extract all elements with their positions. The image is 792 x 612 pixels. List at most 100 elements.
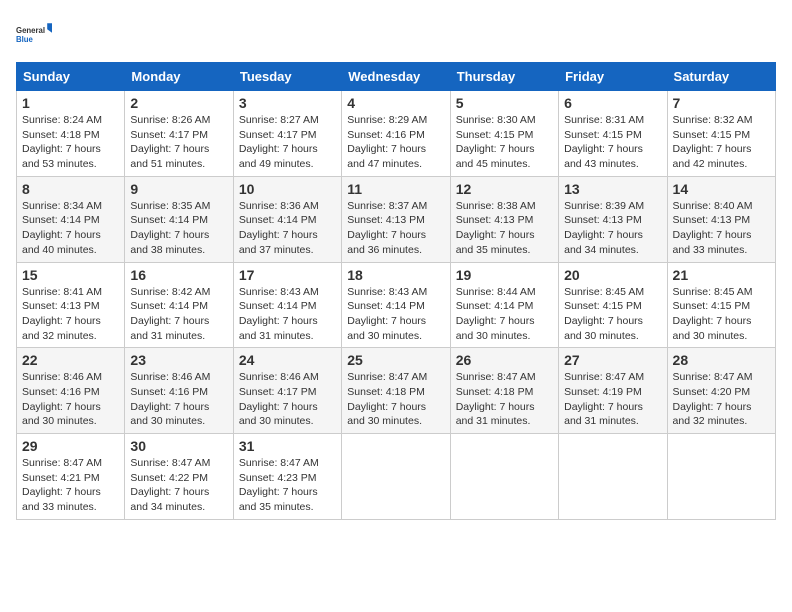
day-detail: Sunrise: 8:39 AMSunset: 4:13 PMDaylight:… (564, 200, 644, 256)
day-number: 20 (564, 267, 661, 283)
day-number: 11 (347, 181, 444, 197)
day-number: 22 (22, 352, 119, 368)
day-number: 1 (22, 95, 119, 111)
calendar-day-cell: 26 Sunrise: 8:47 AMSunset: 4:18 PMDayligh… (450, 348, 558, 434)
day-detail: Sunrise: 8:31 AMSunset: 4:15 PMDaylight:… (564, 114, 644, 170)
calendar-day-cell: 17 Sunrise: 8:43 AMSunset: 4:14 PMDayligh… (233, 262, 341, 348)
day-detail: Sunrise: 8:47 AMSunset: 4:18 PMDaylight:… (347, 371, 427, 427)
day-number: 25 (347, 352, 444, 368)
day-number: 6 (564, 95, 661, 111)
calendar-day-cell: 31 Sunrise: 8:47 AMSunset: 4:23 PMDayligh… (233, 434, 341, 520)
calendar-day-cell: 27Sunrise: 8:47 AMSunset: 4:19 PMDayligh… (559, 348, 667, 434)
day-detail: Sunrise: 8:47 AMSunset: 4:22 PMDaylight:… (130, 457, 210, 513)
day-detail: Sunrise: 8:47 AMSunset: 4:18 PMDaylight:… (456, 371, 536, 427)
day-detail: Sunrise: 8:46 AMSunset: 4:16 PMDaylight:… (130, 371, 210, 427)
day-detail: Sunrise: 8:46 AMSunset: 4:17 PMDaylight:… (239, 371, 319, 427)
day-number: 31 (239, 438, 336, 454)
day-number: 26 (456, 352, 553, 368)
calendar-day-cell: 22 Sunrise: 8:46 AMSunset: 4:16 PMDayligh… (17, 348, 125, 434)
calendar-day-cell: 10Sunrise: 8:36 AMSunset: 4:14 PMDayligh… (233, 176, 341, 262)
day-detail: Sunrise: 8:38 AMSunset: 4:13 PMDaylight:… (456, 200, 536, 256)
day-number: 24 (239, 352, 336, 368)
calendar-day-cell: 28 Sunrise: 8:47 AMSunset: 4:20 PMDayligh… (667, 348, 775, 434)
logo: General Blue (16, 16, 52, 52)
calendar-day-cell: 30 Sunrise: 8:47 AMSunset: 4:22 PMDayligh… (125, 434, 233, 520)
calendar-day-cell: 11Sunrise: 8:37 AMSunset: 4:13 PMDayligh… (342, 176, 450, 262)
day-detail: Sunrise: 8:29 AMSunset: 4:16 PMDaylight:… (347, 114, 427, 170)
day-number: 13 (564, 181, 661, 197)
day-number: 19 (456, 267, 553, 283)
calendar-day-cell: 21Sunrise: 8:45 AMSunset: 4:15 PMDayligh… (667, 262, 775, 348)
calendar-day-cell: 18 Sunrise: 8:43 AMSunset: 4:14 PMDayligh… (342, 262, 450, 348)
day-detail: Sunrise: 8:24 AMSunset: 4:18 PMDaylight:… (22, 114, 102, 170)
calendar-day-cell: 8 Sunrise: 8:34 AMSunset: 4:14 PMDaylight… (17, 176, 125, 262)
empty-cell (667, 434, 775, 520)
calendar-day-cell: 19 Sunrise: 8:44 AMSunset: 4:14 PMDayligh… (450, 262, 558, 348)
day-number: 17 (239, 267, 336, 283)
column-header-friday: Friday (559, 63, 667, 91)
day-number: 4 (347, 95, 444, 111)
day-number: 9 (130, 181, 227, 197)
calendar-day-cell: 24 Sunrise: 8:46 AMSunset: 4:17 PMDayligh… (233, 348, 341, 434)
calendar-day-cell: 5Sunrise: 8:30 AMSunset: 4:15 PMDaylight… (450, 91, 558, 177)
day-number: 8 (22, 181, 119, 197)
day-detail: Sunrise: 8:27 AMSunset: 4:17 PMDaylight:… (239, 114, 319, 170)
day-number: 21 (673, 267, 770, 283)
calendar-day-cell: 29 Sunrise: 8:47 AMSunset: 4:21 PMDayligh… (17, 434, 125, 520)
calendar-day-cell: 20Sunrise: 8:45 AMSunset: 4:15 PMDayligh… (559, 262, 667, 348)
day-detail: Sunrise: 8:47 AMSunset: 4:21 PMDaylight:… (22, 457, 102, 513)
day-number: 15 (22, 267, 119, 283)
day-number: 10 (239, 181, 336, 197)
day-number: 23 (130, 352, 227, 368)
calendar-week-row: 1 Sunrise: 8:24 AMSunset: 4:18 PMDaylight… (17, 91, 776, 177)
page-header: General Blue (16, 16, 776, 52)
column-header-wednesday: Wednesday (342, 63, 450, 91)
calendar-day-cell: 9 Sunrise: 8:35 AMSunset: 4:14 PMDaylight… (125, 176, 233, 262)
calendar-week-row: 22 Sunrise: 8:46 AMSunset: 4:16 PMDayligh… (17, 348, 776, 434)
column-header-saturday: Saturday (667, 63, 775, 91)
calendar-day-cell: 23 Sunrise: 8:46 AMSunset: 4:16 PMDayligh… (125, 348, 233, 434)
calendar-day-cell: 15 Sunrise: 8:41 AMSunset: 4:13 PMDayligh… (17, 262, 125, 348)
day-number: 2 (130, 95, 227, 111)
calendar-table: SundayMondayTuesdayWednesdayThursdayFrid… (16, 62, 776, 520)
calendar-day-cell: 25 Sunrise: 8:47 AMSunset: 4:18 PMDayligh… (342, 348, 450, 434)
calendar-header-row: SundayMondayTuesdayWednesdayThursdayFrid… (17, 63, 776, 91)
calendar-day-cell: 1 Sunrise: 8:24 AMSunset: 4:18 PMDaylight… (17, 91, 125, 177)
day-number: 12 (456, 181, 553, 197)
day-detail: Sunrise: 8:47 AMSunset: 4:23 PMDaylight:… (239, 457, 319, 513)
day-detail: Sunrise: 8:43 AMSunset: 4:14 PMDaylight:… (239, 286, 319, 342)
day-detail: Sunrise: 8:46 AMSunset: 4:16 PMDaylight:… (22, 371, 102, 427)
day-detail: Sunrise: 8:41 AMSunset: 4:13 PMDaylight:… (22, 286, 102, 342)
day-detail: Sunrise: 8:32 AMSunset: 4:15 PMDaylight:… (673, 114, 753, 170)
calendar-day-cell: 3Sunrise: 8:27 AMSunset: 4:17 PMDaylight… (233, 91, 341, 177)
calendar-day-cell: 16 Sunrise: 8:42 AMSunset: 4:14 PMDayligh… (125, 262, 233, 348)
day-number: 7 (673, 95, 770, 111)
logo-svg: General Blue (16, 16, 52, 52)
svg-text:General: General (16, 26, 45, 35)
day-detail: Sunrise: 8:40 AMSunset: 4:13 PMDaylight:… (673, 200, 753, 256)
day-number: 5 (456, 95, 553, 111)
day-detail: Sunrise: 8:34 AMSunset: 4:14 PMDaylight:… (22, 200, 102, 256)
day-detail: Sunrise: 8:47 AMSunset: 4:20 PMDaylight:… (673, 371, 753, 427)
day-detail: Sunrise: 8:35 AMSunset: 4:14 PMDaylight:… (130, 200, 210, 256)
empty-cell (342, 434, 450, 520)
day-detail: Sunrise: 8:43 AMSunset: 4:14 PMDaylight:… (347, 286, 427, 342)
day-number: 16 (130, 267, 227, 283)
calendar-week-row: 15 Sunrise: 8:41 AMSunset: 4:13 PMDayligh… (17, 262, 776, 348)
calendar-day-cell: 12 Sunrise: 8:38 AMSunset: 4:13 PMDayligh… (450, 176, 558, 262)
day-number: 29 (22, 438, 119, 454)
calendar-day-cell: 14Sunrise: 8:40 AMSunset: 4:13 PMDayligh… (667, 176, 775, 262)
calendar-day-cell: 7 Sunrise: 8:32 AMSunset: 4:15 PMDaylight… (667, 91, 775, 177)
calendar-week-row: 8 Sunrise: 8:34 AMSunset: 4:14 PMDaylight… (17, 176, 776, 262)
day-detail: Sunrise: 8:44 AMSunset: 4:14 PMDaylight:… (456, 286, 536, 342)
day-number: 30 (130, 438, 227, 454)
calendar-day-cell: 13 Sunrise: 8:39 AMSunset: 4:13 PMDayligh… (559, 176, 667, 262)
day-detail: Sunrise: 8:42 AMSunset: 4:14 PMDaylight:… (130, 286, 210, 342)
empty-cell (559, 434, 667, 520)
column-header-sunday: Sunday (17, 63, 125, 91)
day-number: 18 (347, 267, 444, 283)
svg-text:Blue: Blue (16, 35, 34, 44)
calendar-day-cell: 2Sunrise: 8:26 AMSunset: 4:17 PMDaylight… (125, 91, 233, 177)
calendar-week-row: 29 Sunrise: 8:47 AMSunset: 4:21 PMDayligh… (17, 434, 776, 520)
day-number: 28 (673, 352, 770, 368)
